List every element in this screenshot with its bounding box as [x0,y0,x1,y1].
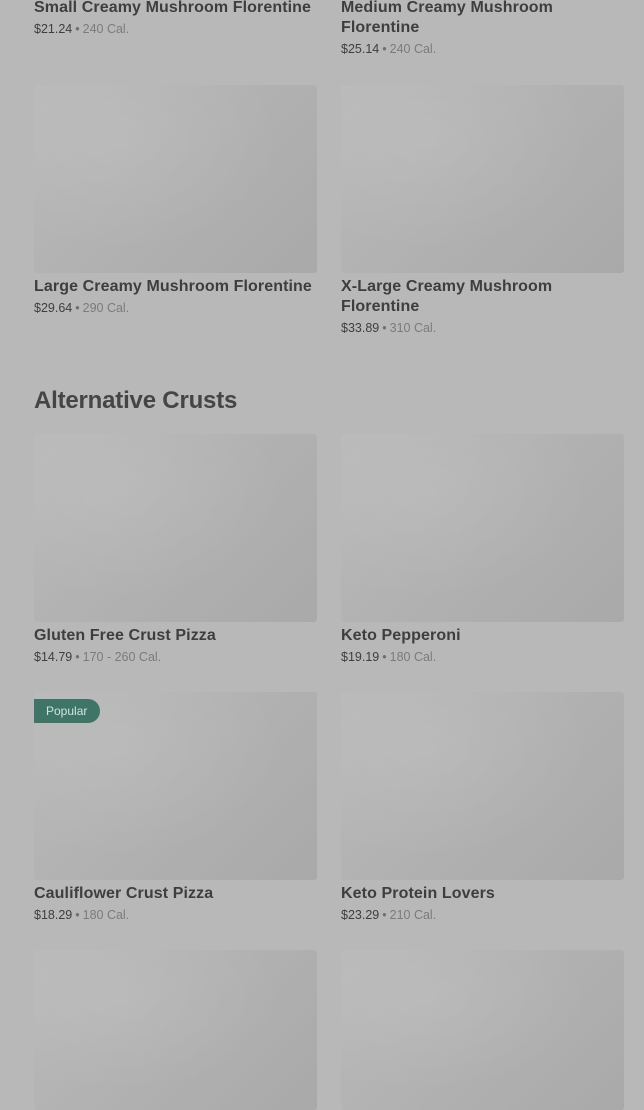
item-meta: $18.29 • 180 Cal. [34,907,317,923]
menu-item-card[interactable]: Large Creamy Mushroom Florentine $29.64 •… [34,85,317,316]
item-calories: 210 Cal. [389,908,437,922]
item-meta: $33.89 • 310 Cal. [341,320,624,336]
menu-item-card[interactable]: Keto Pepperoni $19.19 • 180 Cal. [341,434,624,665]
menu-page: Small Creamy Mushroom Florentine $21.24 •… [0,0,644,1110]
menu-item-card[interactable] [341,950,624,1110]
item-meta: $19.19 • 180 Cal. [341,649,624,665]
separator: • [382,650,387,664]
item-name: Medium Creamy Mushroom Florentine [341,0,554,36]
item-name: Large Creamy Mushroom Florentine [34,278,312,295]
item-name: Keto Pepperoni [341,627,461,644]
item-image [341,950,624,1110]
item-image: Popular [34,692,317,880]
item-calories: 180 Cal. [82,908,130,922]
item-name: Keto Protein Lovers [341,885,495,902]
popular-badge: Popular [34,699,101,723]
item-name: Small Creamy Mushroom Florentine [34,0,312,16]
separator: • [382,42,387,56]
separator: • [75,908,80,922]
item-image [34,434,317,622]
item-price: $18.29 [34,908,73,922]
item-calories: 240 Cal. [82,22,130,36]
separator: • [75,301,80,315]
item-image [341,692,624,880]
item-meta: $23.29 • 210 Cal. [341,907,624,923]
item-image [341,85,624,273]
item-price: $33.89 [341,321,380,335]
item-calories: 170 - 260 Cal. [82,650,162,664]
item-image [34,85,317,273]
item-price: $29.64 [34,301,73,315]
item-name: Gluten Free Crust Pizza [34,627,216,644]
item-meta: $29.64 • 290 Cal. [34,300,317,316]
menu-item-card[interactable] [34,950,317,1110]
separator: • [382,908,387,922]
item-price: $19.19 [341,650,380,664]
item-calories: 310 Cal. [389,321,437,335]
item-price: $21.24 [34,22,73,36]
item-name: X-Large Creamy Mushroom Florentine [341,278,553,315]
item-image [34,950,317,1110]
item-name: Cauliflower Crust Pizza [34,885,214,902]
item-calories: 240 Cal. [389,42,437,56]
item-meta: $25.14 • 240 Cal. [341,41,624,57]
menu-item-card[interactable]: Small Creamy Mushroom Florentine $21.24 •… [34,0,317,37]
item-image [341,434,624,622]
menu-item-card[interactable]: X-Large Creamy Mushroom Florentine $33.8… [341,85,624,336]
menu-item-card[interactable]: Popular Cauliflower Crust Pizza $18.29 • 1… [34,692,317,923]
menu-item-card[interactable]: Keto Protein Lovers $23.29 • 210 Cal. [341,692,624,923]
item-meta: $21.24 • 240 Cal. [34,21,317,37]
item-calories: 290 Cal. [82,301,130,315]
item-price: $14.79 [34,650,73,664]
item-calories: 180 Cal. [389,650,437,664]
menu-item-card[interactable]: Medium Creamy Mushroom Florentine $25.14… [341,0,624,57]
separator: • [75,22,80,36]
separator: • [75,650,80,664]
item-price: $23.29 [341,908,380,922]
item-price: $25.14 [341,42,380,56]
item-meta: $14.79 • 170 - 260 Cal. [34,649,317,665]
separator: • [382,321,387,335]
section-title: Alternative Crusts [34,387,238,414]
menu-item-card[interactable]: Gluten Free Crust Pizza $14.79 • 170 - 260… [34,434,317,665]
